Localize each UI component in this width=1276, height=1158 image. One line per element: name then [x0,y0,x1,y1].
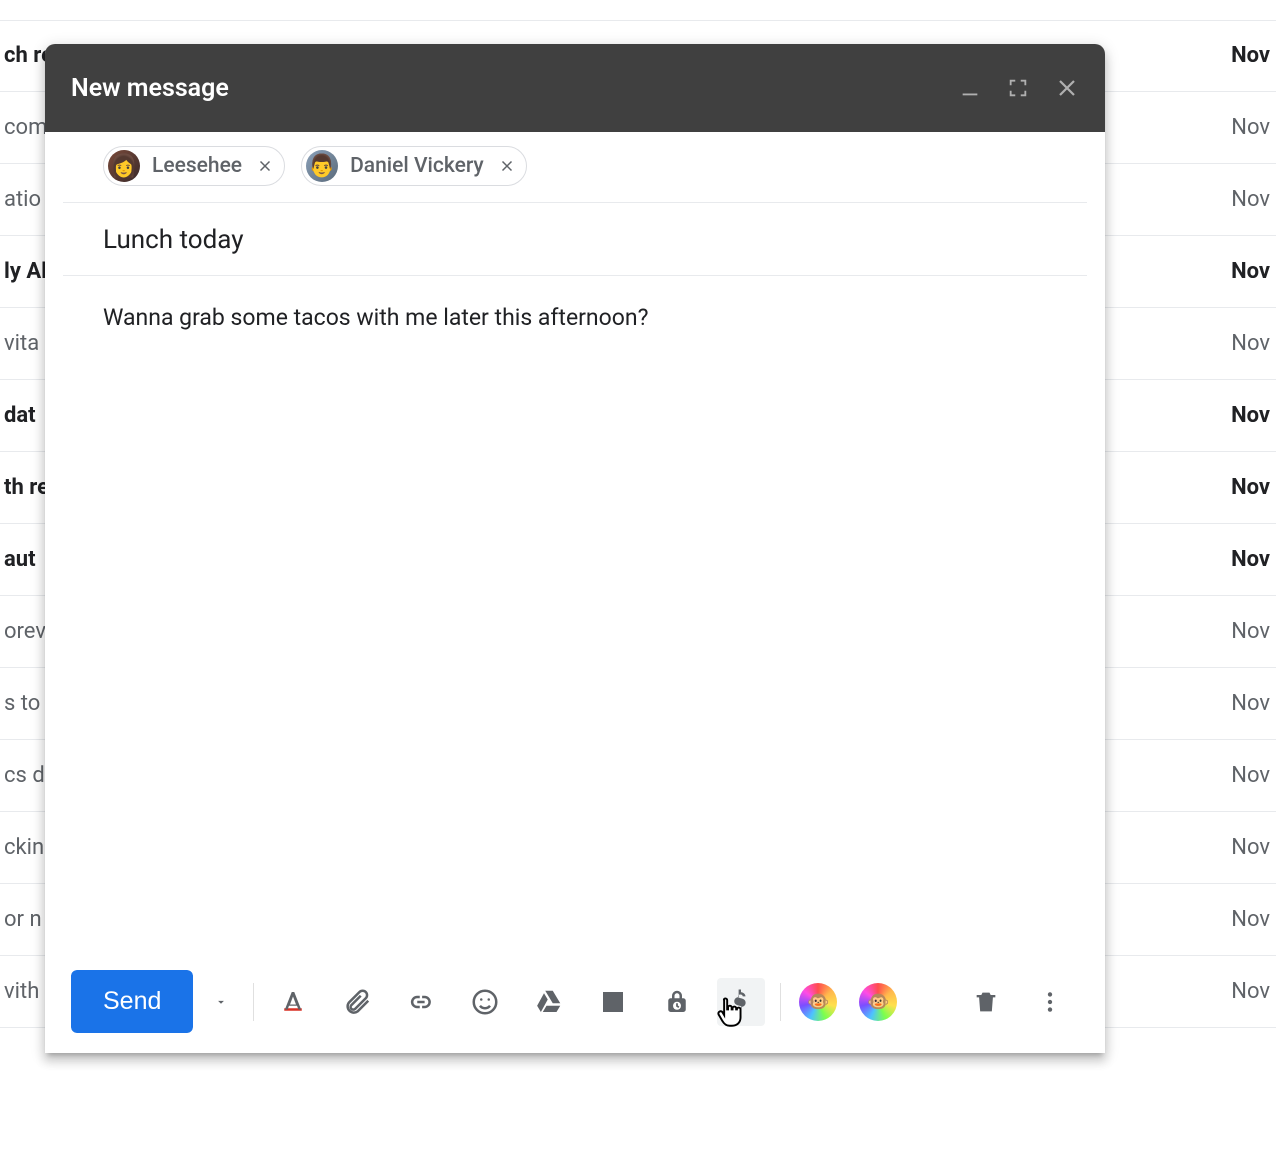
separator [780,983,781,1021]
inbox-row-snippet: aut [4,547,36,572]
image-icon[interactable] [589,978,637,1026]
inbox-row-date: Nov [1231,259,1270,284]
inbox-row-date: Nov [1231,547,1270,572]
send-button[interactable]: Send [71,970,193,1033]
inbox-row-date: Nov [1231,475,1270,500]
inbox-row-snippet: com [4,115,47,140]
inbox-row-date: Nov [1231,331,1270,356]
separator [253,983,254,1021]
compose-window: New message 👩 Leesehee [45,44,1105,1053]
compose-body[interactable]: Wanna grab some tacos with me later this… [63,276,1087,970]
inbox-row-snippet: atio [4,187,41,212]
inbox-row-date: Nov [1231,115,1270,140]
body-text[interactable]: Wanna grab some tacos with me later this… [103,302,1047,334]
send-more-dropdown[interactable] [199,995,243,1009]
inbox-row-snippet: ly Al [4,259,47,284]
inbox-row-snippet: cs d [4,763,45,788]
recipient-chip[interactable]: 👩 Leesehee [103,146,285,186]
inbox-row-date: Nov [1231,187,1270,212]
recipient-name: Leesehee [152,154,242,178]
inbox-row-date: Nov [1231,43,1270,68]
inbox-row-snippet: dat [4,403,36,428]
subject-input[interactable]: Lunch today [103,225,1047,255]
avatar: 👩 [108,150,140,182]
extension-icon[interactable] [799,983,837,1021]
recipient-chip[interactable]: 👨 Daniel Vickery [301,146,527,186]
emoji-icon[interactable] [461,978,509,1026]
inbox-row-date: Nov [1231,619,1270,644]
inbox-row-date: Nov [1231,763,1270,788]
inbox-row-date: Nov [1231,907,1270,932]
subject-row: Lunch today [63,203,1087,276]
fullscreen-icon[interactable] [1007,77,1029,99]
attach-icon[interactable] [333,978,381,1026]
inbox-row-snippet: or n [4,907,42,932]
close-icon[interactable] [1055,76,1079,100]
trash-icon[interactable] [962,978,1010,1026]
link-icon[interactable] [397,978,445,1026]
formatting-icon[interactable] [269,978,317,1026]
more-icon[interactable] [1026,978,1074,1026]
inbox-row-date: Nov [1231,403,1270,428]
drive-icon[interactable] [525,978,573,1026]
compose-title: New message [71,74,959,103]
inbox-row-snippet: s to [4,691,40,716]
inbox-row-date: Nov [1231,835,1270,860]
money-icon[interactable] [717,978,765,1026]
inbox-row-snippet: vita [4,331,39,356]
extension-icon[interactable] [859,983,897,1021]
confidential-icon[interactable] [653,978,701,1026]
minimize-icon[interactable] [959,77,981,99]
inbox-row-snippet: th re [4,475,49,500]
recipients-field[interactable]: 👩 Leesehee 👨 Daniel Vickery [63,132,1087,203]
inbox-row-snippet: orev [4,619,46,644]
avatar: 👨 [306,150,338,182]
compose-footer: Send [45,970,1105,1053]
compose-header: New message [45,44,1105,132]
inbox-row-date: Nov [1231,691,1270,716]
chip-remove-icon[interactable] [498,157,516,175]
chip-remove-icon[interactable] [256,157,274,175]
inbox-row-date: Nov [1231,979,1270,1004]
recipient-name: Daniel Vickery [350,154,484,178]
